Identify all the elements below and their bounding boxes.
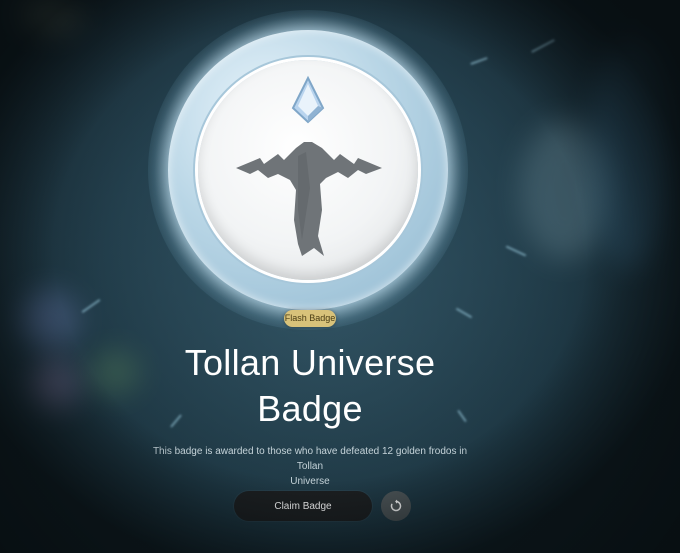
badge-medallion <box>148 10 468 330</box>
refresh-button[interactable] <box>381 491 411 521</box>
badge-description-line: Universe <box>290 476 330 487</box>
badge-title-line: Tollan Universe <box>184 342 436 383</box>
badge-description: This badge is awarded to those who have … <box>140 444 480 489</box>
winged-t-emblem-icon <box>236 75 382 256</box>
light-streak <box>531 39 555 53</box>
light-streak <box>505 245 527 257</box>
claim-badge-button[interactable]: Claim Badge <box>234 491 372 521</box>
badge-title-line: Badge <box>257 388 363 429</box>
crystal-gem-icon <box>291 75 325 124</box>
light-streak <box>470 56 488 66</box>
badge-type-tag: Flash Badge <box>284 310 336 327</box>
background-bokeh <box>20 290 80 350</box>
badge-description-line: This badge is awarded to those who have … <box>152 446 468 472</box>
light-streak <box>455 307 473 319</box>
refresh-icon <box>390 499 402 512</box>
badge-title: Tollan Universe Badge <box>120 340 500 432</box>
badge-screen: Flash Badge Tollan Universe Badge This b… <box>0 0 680 553</box>
background-bokeh <box>590 40 670 270</box>
background-bokeh <box>30 360 80 410</box>
background-bokeh <box>20 0 80 30</box>
light-streak <box>81 298 101 314</box>
